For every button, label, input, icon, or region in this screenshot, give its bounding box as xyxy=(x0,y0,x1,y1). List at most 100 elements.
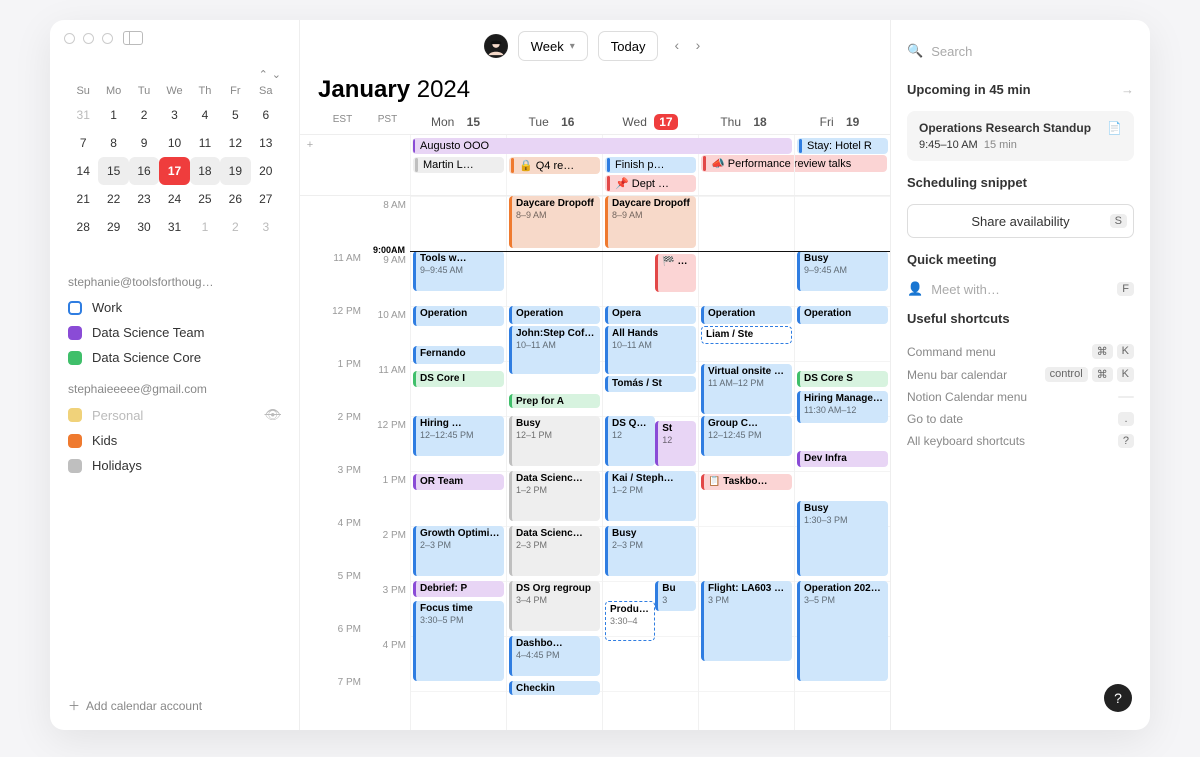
day-header-wed[interactable]: Wed 17 xyxy=(602,110,698,134)
mini-cal-day[interactable]: 10 xyxy=(159,129,189,157)
allday-event[interactable]: Stay: Hotel R xyxy=(797,138,888,154)
allday-event[interactable]: Martin L… xyxy=(413,157,504,173)
day-column[interactable]: Daycare Dropoff8–9 AM 🏁 P… Opera All Hands1… xyxy=(602,196,698,730)
calendar-event[interactable]: DS Org regroup3–4 PM xyxy=(509,581,600,631)
calendar-event[interactable]: Busy1:30–3 PM xyxy=(797,501,888,576)
calendar-event[interactable]: Liam / Ste xyxy=(701,326,792,344)
calendar-event[interactable]: Daycare Dropoff8–9 AM xyxy=(509,196,600,248)
calendar-event[interactable]: Hiring Manage…11:30 AM–12 xyxy=(797,391,888,423)
day-header-thu[interactable]: Thu 18 xyxy=(698,110,794,134)
calendar-event[interactable]: Dev Infra xyxy=(797,451,888,467)
mini-calendar[interactable]: 3112345678910111213141516171819202122232… xyxy=(68,101,281,241)
mini-cal-day[interactable]: 19 xyxy=(220,157,250,185)
calendar-event[interactable]: Busy12–1 PM xyxy=(509,416,600,466)
calendar-event[interactable]: Operation xyxy=(701,306,792,324)
mini-cal-day[interactable]: 5 xyxy=(220,101,250,129)
calendar-event[interactable]: Dashbo…4–4:45 PM xyxy=(509,636,600,676)
calendar-event[interactable]: St12 xyxy=(655,421,696,466)
mini-cal-day[interactable]: 3 xyxy=(251,213,281,241)
calendar-item[interactable]: Holidays xyxy=(68,453,281,478)
calendar-item[interactable]: Kids xyxy=(68,428,281,453)
calendar-event[interactable]: Flight: LA603 LAX→SCL3 PM xyxy=(701,581,792,661)
calendar-event[interactable]: DS Core I xyxy=(413,371,504,387)
calendar-event[interactable]: Debrief: P xyxy=(413,581,504,597)
calendar-event[interactable]: Tools w…9–9:45 AM xyxy=(413,251,504,291)
calendar-event[interactable]: All Hands10–11 AM xyxy=(605,326,696,374)
mini-cal-day[interactable]: 4 xyxy=(190,101,220,129)
mini-cal-day[interactable]: 1 xyxy=(98,101,128,129)
calendar-event[interactable]: Kai / Steph…1–2 PM xyxy=(605,471,696,521)
mini-cal-day[interactable]: 21 xyxy=(68,185,98,213)
calendar-item[interactable]: Work xyxy=(68,295,281,320)
shortcut-row[interactable]: All keyboard shortcuts? xyxy=(907,430,1134,452)
shortcut-row[interactable]: Notion Calendar menu xyxy=(907,386,1134,408)
calendar-event[interactable]: DS Core S xyxy=(797,371,888,387)
allday-event[interactable]: 🔒 Q4 re… xyxy=(509,157,600,174)
calendar-event[interactable]: Opera xyxy=(605,306,696,324)
mini-cal-day[interactable]: 3 xyxy=(159,101,189,129)
calendar-event[interactable]: Group C…12–12:45 PM xyxy=(701,416,792,456)
visibility-off-icon[interactable]: 👁 xyxy=(264,407,281,423)
mini-cal-day[interactable]: 9 xyxy=(129,129,159,157)
mini-cal-day[interactable]: 11 xyxy=(190,129,220,157)
day-header-fri[interactable]: Fri 19 xyxy=(794,110,890,134)
account-email[interactable]: stephaieeeee@gmail.com xyxy=(68,382,281,396)
window-controls[interactable] xyxy=(64,33,113,44)
mini-cal-prev-icon[interactable]: ⌃ xyxy=(259,68,268,81)
mini-cal-day[interactable]: 20 xyxy=(251,157,281,185)
calendar-event[interactable]: Focus time3:30–5 PM xyxy=(413,601,504,681)
allday-event[interactable]: Finish p… xyxy=(605,157,696,173)
share-availability-button[interactable]: Share availability S xyxy=(907,204,1134,238)
calendar-event[interactable]: Prep for A xyxy=(509,394,600,408)
mini-cal-day[interactable]: 29 xyxy=(98,213,128,241)
calendar-event[interactable]: Tomás / St xyxy=(605,376,696,392)
calendar-event[interactable]: Produ Mar…3:30–4 xyxy=(605,601,655,641)
calendar-event[interactable]: Busy2–3 PM xyxy=(605,526,696,576)
mini-cal-day[interactable]: 12 xyxy=(220,129,250,157)
shortcut-row[interactable]: Command menu⌘K xyxy=(907,340,1134,363)
mini-cal-day[interactable]: 30 xyxy=(129,213,159,241)
calendar-event[interactable]: Operation 2024 Sprint Planning3–5 PM xyxy=(797,581,888,681)
calendar-item[interactable]: Data Science Team xyxy=(68,320,281,345)
calendar-event[interactable]: Growth Optimiz…2–3 PM xyxy=(413,526,504,576)
calendar-event[interactable]: Operation xyxy=(509,306,600,324)
mini-cal-day[interactable]: 6 xyxy=(251,101,281,129)
mini-cal-day[interactable]: 2 xyxy=(129,101,159,129)
calendar-item[interactable]: Personal👁 xyxy=(68,402,281,428)
calendar-event[interactable]: Operation xyxy=(797,306,888,324)
mini-cal-day[interactable]: 25 xyxy=(190,185,220,213)
calendar-event[interactable]: 📋 Taskbo… xyxy=(701,474,792,490)
calendar-event[interactable]: Fernando xyxy=(413,346,504,364)
mini-cal-day[interactable]: 27 xyxy=(251,185,281,213)
mini-cal-day[interactable]: 1 xyxy=(190,213,220,241)
day-column[interactable]: Busy9–9:45 AMOperationDS Core SHiring Ma… xyxy=(794,196,890,730)
day-header-mon[interactable]: Mon 15 xyxy=(410,110,506,134)
add-allday-icon[interactable]: + xyxy=(300,135,320,195)
calendar-event[interactable]: Bu3 xyxy=(655,581,696,611)
mini-cal-day[interactable]: 2 xyxy=(220,213,250,241)
calendar-event[interactable]: Operation xyxy=(413,306,504,326)
arrow-right-icon[interactable]: → xyxy=(1121,82,1134,97)
mini-cal-day[interactable]: 22 xyxy=(98,185,128,213)
mini-cal-day[interactable]: 13 xyxy=(251,129,281,157)
calendar-event[interactable]: John:Step Coffee …10–11 AM xyxy=(509,326,600,374)
day-header-tue[interactable]: Tue 16 xyxy=(506,110,602,134)
calendar-event[interactable]: 🏁 P… xyxy=(655,254,696,292)
day-column[interactable]: Tools w…9–9:45 AM Operation Fernando DS Cor… xyxy=(410,196,506,730)
help-button[interactable]: ? xyxy=(1104,684,1132,712)
mini-cal-day[interactable]: 14 xyxy=(68,157,98,185)
mini-cal-day[interactable]: 28 xyxy=(68,213,98,241)
calendar-item[interactable]: Data Science Core xyxy=(68,345,281,370)
mini-cal-day[interactable]: 31 xyxy=(68,101,98,129)
calendar-event[interactable]: Daycare Dropoff8–9 AM xyxy=(605,196,696,248)
add-account-button[interactable]: ＋ Add calendar account xyxy=(68,697,281,714)
calendar-event[interactable]: OR Team xyxy=(413,474,504,490)
mini-cal-day[interactable]: 7 xyxy=(68,129,98,157)
allday-event[interactable]: Augusto OOO xyxy=(412,138,792,154)
mini-cal-day[interactable]: 18 xyxy=(190,157,220,185)
sidebar-toggle-icon[interactable] xyxy=(123,31,143,45)
calendar-event[interactable]: Data Scienc…2–3 PM xyxy=(509,526,600,576)
notebook-icon[interactable]: 📄 xyxy=(1107,121,1122,135)
account-email[interactable]: stephanie@toolsforthoug… xyxy=(68,275,281,289)
day-column[interactable]: Daycare Dropoff8–9 AM Operation John:Step … xyxy=(506,196,602,730)
